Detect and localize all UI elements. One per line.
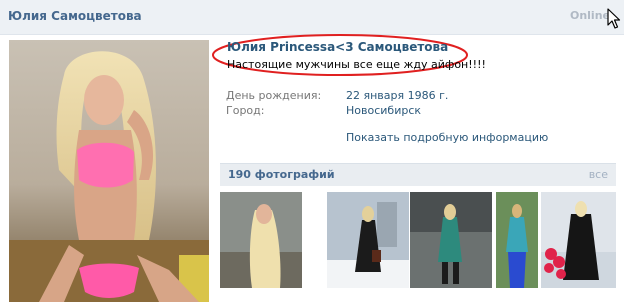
show-more-info-link[interactable]: Показать подробную информацию <box>346 131 548 144</box>
header-user-name[interactable]: Юлия Самоцветова <box>8 9 142 23</box>
city-label: Город: <box>226 104 265 117</box>
profile-photo[interactable] <box>9 40 209 302</box>
profile-header-bar: Юлия Самоцветова Online <box>0 0 624 35</box>
photo-thumb[interactable] <box>410 192 492 288</box>
city-value[interactable]: Новосибирск <box>346 104 421 117</box>
photos-section-header[interactable]: 190 фотографий все <box>220 163 616 186</box>
highlight-oval-icon <box>212 34 468 76</box>
birthday-value[interactable]: 22 января 1986 г. <box>346 89 448 102</box>
profile-full-name: Юлия Princessa<3 Самоцветова <box>227 40 449 54</box>
photo-thumb[interactable] <box>220 192 302 288</box>
online-status: Online <box>569 9 610 22</box>
birthday-label: День рождения: <box>226 89 322 102</box>
photo-thumb[interactable] <box>496 192 538 288</box>
photo-thumb[interactable] <box>327 192 409 288</box>
profile-status-text[interactable]: Настоящие мужчины все еще жду айфон!!!! <box>227 58 486 71</box>
photos-count-title[interactable]: 190 фотографий <box>228 168 335 181</box>
mouse-cursor-icon <box>607 8 621 29</box>
profile-header: Юлия Princessa<3 Самоцветова Настоящие м… <box>210 32 486 78</box>
photos-all-link[interactable]: все <box>589 168 608 181</box>
photo-thumb[interactable] <box>541 192 616 288</box>
